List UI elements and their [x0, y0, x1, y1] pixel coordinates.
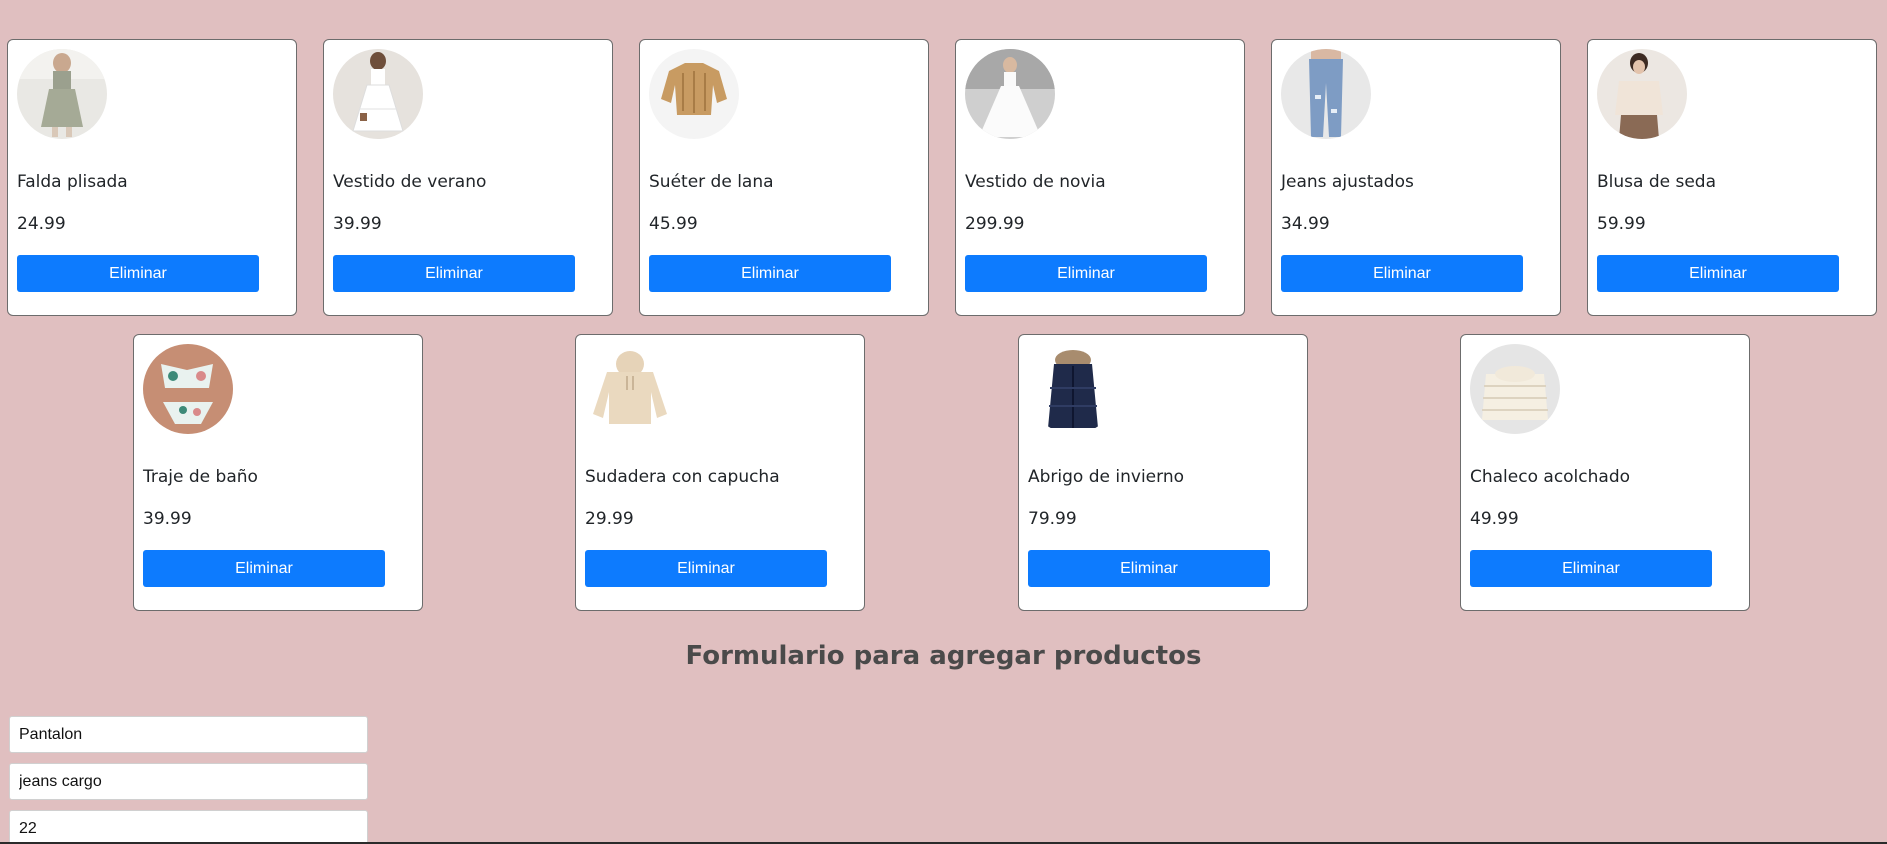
- product-name: Falda plisada: [17, 172, 128, 192]
- product-image: [1470, 344, 1560, 434]
- product-name: Abrigo de invierno: [1028, 467, 1184, 487]
- product-image: [585, 344, 675, 434]
- delete-button[interactable]: Eliminar: [17, 255, 259, 292]
- delete-button[interactable]: Eliminar: [1470, 550, 1712, 587]
- product-card: Jeans ajustados 34.99 Eliminar: [1271, 39, 1561, 316]
- product-description-input[interactable]: [9, 763, 368, 800]
- wool-sweater-photo-icon: [649, 49, 739, 139]
- page: p Falda plisada 24.99 Eliminar: [0, 0, 1887, 844]
- delete-button[interactable]: Eliminar: [649, 255, 891, 292]
- delete-button[interactable]: Eliminar: [1028, 550, 1270, 587]
- puffer-vest-photo-icon: [1470, 344, 1560, 434]
- page-title-fragment: p: [0, 0, 1887, 6]
- product-name: Vestido de novia: [965, 172, 1106, 192]
- product-name: Vestido de verano: [333, 172, 487, 192]
- winter-coat-photo-icon: [1028, 344, 1118, 434]
- product-card: Sudadera con capucha 29.99 Eliminar: [575, 334, 865, 611]
- product-image: [143, 344, 233, 434]
- product-card: Falda plisada 24.99 Eliminar: [7, 39, 297, 316]
- pleated-skirt-photo-icon: [17, 49, 107, 139]
- skinny-jeans-photo-icon: [1281, 49, 1371, 139]
- product-card: Suéter de lana 45.99 Eliminar: [639, 39, 929, 316]
- product-image: [649, 49, 739, 139]
- product-image: [17, 49, 107, 139]
- product-price: 79.99: [1028, 509, 1077, 529]
- product-name-input[interactable]: [9, 716, 368, 753]
- product-name: Blusa de seda: [1597, 172, 1717, 192]
- product-card: Traje de baño 39.99 Eliminar: [133, 334, 423, 611]
- wedding-dress-photo-icon: [965, 49, 1055, 139]
- delete-button[interactable]: Eliminar: [1597, 255, 1839, 292]
- product-name: Jeans ajustados: [1281, 172, 1414, 192]
- product-price: 24.99: [17, 214, 66, 234]
- product-card: Blusa de seda 59.99 Eliminar: [1587, 39, 1877, 316]
- product-price: 39.99: [143, 509, 192, 529]
- product-price: 29.99: [585, 509, 634, 529]
- product-image: [1028, 344, 1118, 434]
- delete-button[interactable]: Eliminar: [585, 550, 827, 587]
- product-image: [1597, 49, 1687, 139]
- product-card: Vestido de novia 299.99 Eliminar: [955, 39, 1245, 316]
- product-price: 299.99: [965, 214, 1025, 234]
- product-price: 59.99: [1597, 214, 1646, 234]
- delete-button[interactable]: Eliminar: [1281, 255, 1523, 292]
- product-name: Traje de baño: [143, 467, 258, 487]
- summer-dress-photo-icon: [333, 49, 423, 139]
- product-card: Vestido de verano 39.99 Eliminar: [323, 39, 613, 316]
- product-price-input[interactable]: [9, 810, 368, 844]
- delete-button[interactable]: Eliminar: [143, 550, 385, 587]
- product-image: [965, 49, 1055, 139]
- product-price: 45.99: [649, 214, 698, 234]
- product-image: [1281, 49, 1371, 139]
- product-card: Abrigo de invierno 79.99 Eliminar: [1018, 334, 1308, 611]
- delete-button[interactable]: Eliminar: [965, 255, 1207, 292]
- form-title: Formulario para agregar productos: [685, 641, 1202, 671]
- product-image: [333, 49, 423, 139]
- product-card: Chaleco acolchado 49.99 Eliminar: [1460, 334, 1750, 611]
- delete-button[interactable]: Eliminar: [333, 255, 575, 292]
- product-name: Chaleco acolchado: [1470, 467, 1631, 487]
- product-name: Sudadera con capucha: [585, 467, 780, 487]
- product-price: 49.99: [1470, 509, 1519, 529]
- product-name: Suéter de lana: [649, 172, 774, 192]
- swimsuit-photo-icon: [143, 344, 233, 434]
- product-price: 34.99: [1281, 214, 1330, 234]
- hoodie-photo-icon: [585, 344, 675, 434]
- product-price: 39.99: [333, 214, 382, 234]
- silk-blouse-photo-icon: [1597, 49, 1687, 139]
